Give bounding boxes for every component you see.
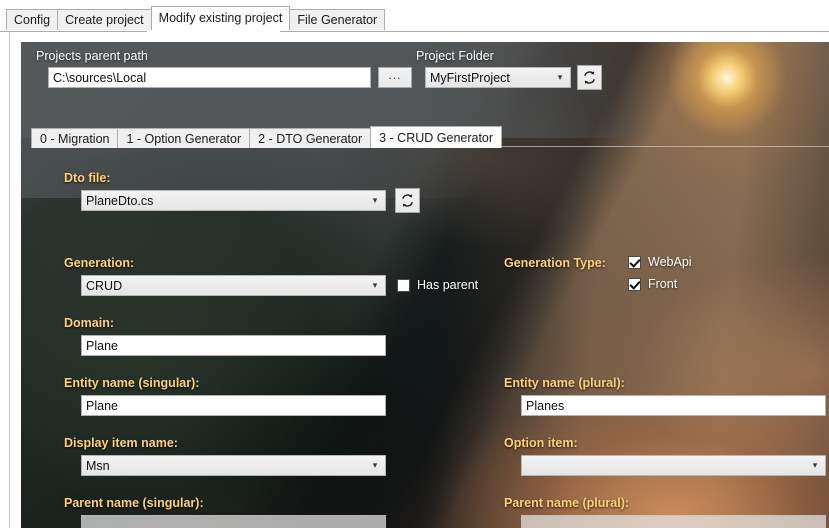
generation-type-webapi-checkbox[interactable]: WebApi: [628, 255, 692, 269]
checkbox-box: [628, 255, 641, 269]
entity-singular-input[interactable]: Plane: [81, 395, 386, 416]
project-folder-value: MyFirstProject: [430, 70, 510, 85]
dto-file-refresh-button[interactable]: [395, 188, 420, 213]
checkbox-box: [628, 277, 641, 291]
dto-file-value: PlaneDto.cs: [86, 193, 154, 208]
tab-config[interactable]: Config: [6, 9, 59, 30]
generation-type-front-label: Front: [648, 277, 678, 291]
chevron-down-icon: ▾: [812, 460, 818, 470]
main-tabstrip: Config Create project Modify existing pr…: [6, 6, 386, 30]
generator-tabstrip: 0 - Migration 1 - Option Generator 2 - D…: [31, 126, 503, 148]
generation-select[interactable]: CRUD ▾: [81, 275, 386, 296]
chevron-down-icon: ▾: [372, 460, 378, 470]
dto-file-select[interactable]: PlaneDto.cs ▾: [81, 190, 386, 211]
option-item-label: Option item:: [504, 436, 578, 450]
inner-tab-crud-generator[interactable]: 3 - CRUD Generator: [370, 126, 503, 148]
projects-parent-path-label: Projects parent path: [36, 49, 148, 63]
project-folder-select[interactable]: MyFirstProject ▾: [425, 67, 571, 88]
tab-create-project[interactable]: Create project: [57, 9, 152, 30]
inner-tab-migration[interactable]: 0 - Migration: [31, 128, 119, 148]
generation-value: CRUD: [86, 278, 123, 293]
parent-plural-label: Parent name (plural):: [504, 496, 630, 510]
generation-type-webapi-label: WebApi: [648, 255, 692, 269]
has-parent-checkbox[interactable]: Has parent: [397, 278, 478, 292]
domain-input[interactable]: Plane: [81, 335, 386, 356]
tab-file-generator[interactable]: File Generator: [289, 9, 386, 30]
tabstrip-underline: [0, 31, 829, 32]
browse-folder-button[interactable]: ...: [378, 67, 412, 88]
inner-tab-dto-generator[interactable]: 2 - DTO Generator: [249, 128, 372, 148]
projects-parent-path-input[interactable]: C:\sources\Local: [48, 67, 371, 88]
application-window: Config Create project Modify existing pr…: [0, 0, 829, 528]
chevron-down-icon: ▾: [372, 195, 378, 205]
active-tab-underline-gap: [147, 31, 280, 33]
display-item-name-label: Display item name:: [64, 436, 178, 450]
display-item-name-select[interactable]: Msn ▾: [81, 455, 386, 476]
checkbox-box: [397, 278, 410, 292]
generation-label: Generation:: [64, 256, 135, 270]
domain-label: Domain:: [64, 316, 114, 330]
has-parent-label: Has parent: [417, 278, 479, 292]
dto-file-label: Dto file:: [64, 171, 111, 185]
chevron-down-icon: ▾: [372, 280, 378, 290]
refresh-icon: [584, 71, 595, 84]
entity-plural-input[interactable]: Planes: [521, 395, 826, 416]
inner-tab-option-generator[interactable]: 1 - Option Generator: [117, 128, 251, 148]
refresh-icon: [402, 194, 413, 207]
project-folder-label: Project Folder: [416, 49, 494, 63]
parent-plural-input[interactable]: [521, 515, 826, 528]
option-item-select[interactable]: ▾: [521, 455, 826, 476]
chevron-down-icon: ▾: [557, 72, 563, 82]
entity-singular-label: Entity name (singular):: [64, 376, 200, 390]
tab-modify-existing-project[interactable]: Modify existing project: [150, 6, 291, 30]
parent-singular-input[interactable]: [81, 515, 386, 528]
crud-generator-form: Dto file: PlaneDto.cs ▾ Generation: CRUD…: [31, 147, 829, 528]
entity-plural-label: Entity name (plural):: [504, 376, 625, 390]
project-folder-refresh-button[interactable]: [577, 65, 602, 90]
generation-type-front-checkbox[interactable]: Front: [628, 277, 677, 291]
parent-singular-label: Parent name (singular):: [64, 496, 204, 510]
tab-content-area: Projects parent path C:\sources\Local ..…: [0, 32, 829, 528]
display-item-name-value: Msn: [86, 458, 110, 473]
project-panel: Projects parent path C:\sources\Local ..…: [21, 42, 829, 528]
generation-type-label: Generation Type:: [504, 256, 606, 270]
